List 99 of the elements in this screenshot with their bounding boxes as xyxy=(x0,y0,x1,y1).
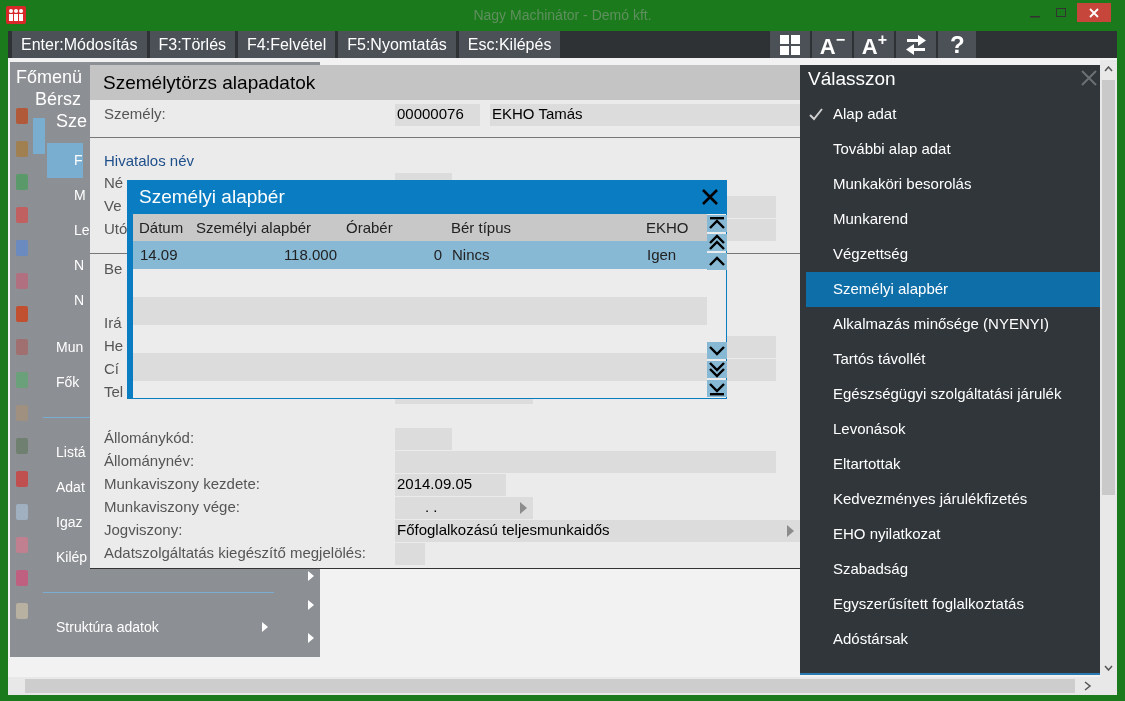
table-cell-text: Nincs xyxy=(451,245,491,265)
scroll-up-icon[interactable] xyxy=(707,253,727,270)
horizontal-scrollbar[interactable] xyxy=(8,677,1117,695)
table-cell-text: 118.000 xyxy=(282,245,338,265)
menu-item[interactable]: EHO nyilatkozat xyxy=(806,517,1100,552)
menu-item[interactable]: Egészségügyi szolgáltatási járulék xyxy=(806,377,1100,412)
dropdown-field[interactable]: Főfoglalkozású teljesmunkaidős xyxy=(395,519,800,542)
dialog-close-button[interactable] xyxy=(700,187,720,207)
menu-item[interactable]: Alap adat xyxy=(806,97,1100,132)
module-icon[interactable] xyxy=(16,304,28,324)
field-label: He xyxy=(104,336,124,357)
panel-title: Válasszon xyxy=(808,67,896,91)
menu-item[interactable]: Munkarend xyxy=(806,202,1100,237)
module-icon[interactable] xyxy=(16,436,28,456)
module-icon[interactable] xyxy=(16,238,28,258)
menu-item[interactable]: Eltartottak xyxy=(806,447,1100,482)
close-button[interactable] xyxy=(1077,3,1111,22)
field-label: Utó xyxy=(104,219,128,240)
section-heading: Hivatalos név xyxy=(103,151,196,171)
scroll-down-icon[interactable] xyxy=(1104,665,1113,671)
field-label: Adatszolgáltatás kiegészítő megjelölés: xyxy=(104,543,366,564)
menu-item[interactable]: Tartós távollét xyxy=(806,342,1100,377)
menu-item[interactable]: Végzettség xyxy=(806,237,1100,272)
vertical-scrollbar[interactable] xyxy=(1100,60,1117,677)
module-icon[interactable] xyxy=(16,106,28,126)
command-button[interactable]: F4:Felvétel xyxy=(238,31,336,58)
minimize-icon xyxy=(1030,16,1040,18)
module-icon[interactable] xyxy=(16,469,28,489)
scroll-last-icon[interactable] xyxy=(707,380,727,397)
dropdown-arrow-icon xyxy=(787,524,794,537)
table-cell-text: 14.09 xyxy=(139,245,179,265)
page-up-icon[interactable] xyxy=(707,234,727,251)
module-icon[interactable] xyxy=(16,172,28,192)
field-label: Munkaviszony vége: xyxy=(104,497,240,518)
command-button[interactable]: F5:Nyomtatás xyxy=(338,31,456,58)
field-label: Né xyxy=(104,173,124,194)
module-icon[interactable] xyxy=(16,337,28,357)
table-row[interactable]: 14.09 118.000 0 Nincs Igen xyxy=(133,241,707,269)
field-label: Személy: xyxy=(104,104,166,125)
font-size-button[interactable]: A+ xyxy=(854,31,895,58)
menu-item[interactable]: Adóstársak xyxy=(806,622,1100,657)
grid-icon xyxy=(780,34,801,55)
module-icon[interactable] xyxy=(16,502,28,522)
scroll-down-icon[interactable] xyxy=(707,342,727,359)
dropdown-field[interactable]: . . xyxy=(395,496,533,519)
menu-item[interactable]: Levonások xyxy=(806,412,1100,447)
module-icon[interactable] xyxy=(16,535,28,555)
column-header[interactable]: EKHO xyxy=(640,214,707,241)
swap-button[interactable] xyxy=(896,31,937,58)
input-field[interactable]: 00000076 xyxy=(395,103,480,126)
table-cell-text: 0 xyxy=(432,245,443,265)
field-label: Tel xyxy=(104,382,124,403)
menu-item[interactable]: Alkalmazás minősége (NYENYI) xyxy=(806,307,1100,342)
field-label: Irá xyxy=(104,313,122,334)
panel-close-button[interactable] xyxy=(1081,70,1097,86)
command-button[interactable]: Esc:Kilépés xyxy=(458,31,561,58)
menu-item[interactable]: További alap adat xyxy=(806,132,1100,167)
scroll-up-icon[interactable] xyxy=(1104,66,1113,72)
layout-button[interactable] xyxy=(770,31,811,58)
maximize-icon xyxy=(1056,8,1066,18)
field-label: Jogviszony: xyxy=(104,520,183,541)
close-icon xyxy=(1089,7,1099,18)
field-label: Cí xyxy=(104,359,119,380)
menu-item[interactable]: Szabadság xyxy=(806,552,1100,587)
input-field[interactable]: 2014.09.05 xyxy=(395,473,506,496)
column-header[interactable]: Bér típus xyxy=(445,214,640,241)
column-header[interactable]: Személyi alapbér xyxy=(190,214,340,241)
module-icon[interactable] xyxy=(16,370,28,390)
scroll-right-icon[interactable] xyxy=(1084,681,1092,691)
command-button[interactable]: Enter:Módosítás xyxy=(12,31,147,58)
column-header[interactable]: Órabér xyxy=(340,214,445,241)
field-label: Be xyxy=(104,259,123,280)
menu-item[interactable]: Egyszerűsített foglalkoztatás xyxy=(806,587,1100,622)
window-title: Nagy Machinátor - Demó kft. xyxy=(473,6,652,25)
module-icon[interactable] xyxy=(16,139,28,159)
font-size-button[interactable]: A− xyxy=(812,31,853,58)
module-icon[interactable] xyxy=(16,601,28,621)
field-label: Ve xyxy=(104,196,122,217)
app-logo-icon xyxy=(6,6,26,24)
swap-arrows-icon xyxy=(905,34,928,55)
panel-title: Személytörzs alapadatok xyxy=(90,65,800,100)
dropdown-arrow-icon xyxy=(520,501,527,514)
column-header[interactable]: Dátum xyxy=(133,214,190,241)
module-icon[interactable] xyxy=(16,205,28,225)
page-down-icon[interactable] xyxy=(707,361,727,378)
field-label: Munkaviszony kezdete: xyxy=(104,474,260,495)
scroll-first-icon[interactable] xyxy=(707,215,727,232)
menu-item[interactable]: Kedvezményes járulékfizetés xyxy=(806,482,1100,517)
dialog-title: Személyi alapbér xyxy=(139,184,285,209)
menu-item[interactable]: Személyi alapbér xyxy=(806,272,1100,307)
command-button[interactable]: F3:Törlés xyxy=(149,31,236,58)
table-cell-text: Igen xyxy=(646,245,678,265)
help-button[interactable]: ? xyxy=(938,31,977,58)
input-field[interactable]: EKHO Tamás xyxy=(490,103,800,126)
module-icon[interactable] xyxy=(16,568,28,588)
menu-item[interactable]: Munkaköri besorolás xyxy=(806,167,1100,202)
module-icon[interactable] xyxy=(16,271,28,291)
field-label: Állománynév: xyxy=(104,451,195,472)
field-label: Állománykód: xyxy=(104,428,195,449)
